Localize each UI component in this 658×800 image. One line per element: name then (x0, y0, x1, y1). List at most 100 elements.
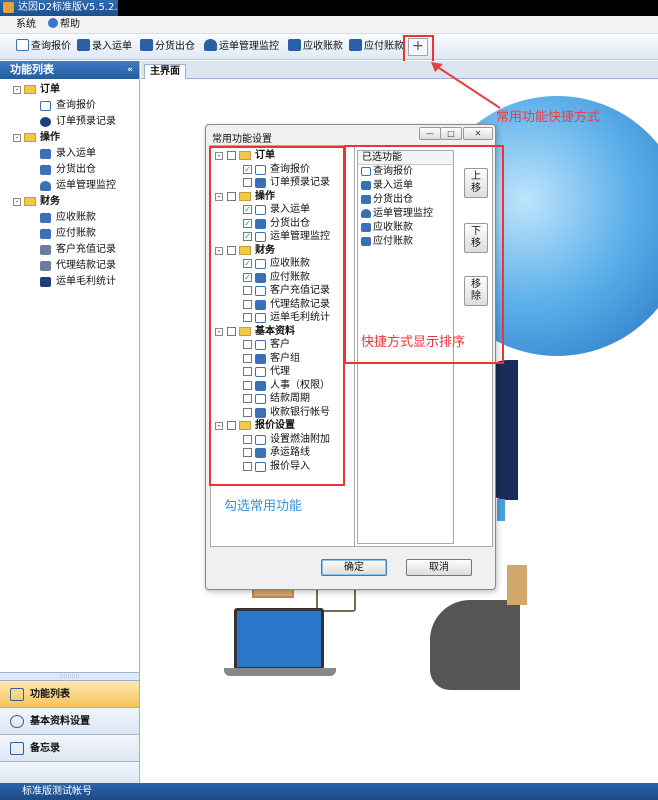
monitor-person-icon (40, 181, 51, 191)
payables-icon (40, 229, 51, 239)
ok-button[interactable]: 确定 (321, 559, 387, 576)
menu-help[interactable]: 帮助 (48, 18, 80, 32)
app-icon (3, 2, 14, 13)
tree-item-customer-recharge[interactable]: 客户充值记录 (0, 242, 139, 258)
close-button[interactable]: ✕ (463, 127, 493, 140)
tree-item-enter-waybill[interactable]: 录入运单 (0, 146, 139, 162)
folder-icon (24, 197, 36, 206)
tree-item-label: 录入运单 (56, 148, 96, 159)
sidebar-title: 功能列表 (10, 63, 54, 76)
nav-function-list-label: 功能列表 (30, 689, 70, 700)
minimize-button[interactable]: — (419, 127, 441, 140)
dialog-title: 常用功能设置 (212, 134, 272, 145)
collapse-sidebar-icon[interactable]: « (127, 61, 133, 79)
nav-memo-label: 备忘录 (30, 743, 60, 754)
truck-icon (40, 149, 51, 159)
recharge-icon (40, 245, 51, 255)
tree-item-label: 运单毛利统计 (56, 276, 116, 287)
quote-icon (16, 39, 29, 51)
cancel-button[interactable]: 取消 (406, 559, 472, 576)
toolbar-query-quote[interactable]: 查询报价 (16, 39, 71, 55)
receivables-icon (40, 213, 51, 223)
receivables-icon (288, 39, 301, 51)
splitter-grip[interactable]: :::::::::: (0, 672, 139, 680)
tree-item-label: 代理结款记录 (56, 260, 116, 271)
tree-item-payables[interactable]: 应付账款 (0, 226, 139, 242)
nav-basic-settings[interactable]: 基本资料设置 (0, 707, 139, 734)
toolbar-query-quote-label: 查询报价 (31, 41, 71, 52)
toolbar-receivables[interactable]: 应收账款 (288, 39, 343, 55)
help-icon (48, 18, 58, 28)
laptop-base-illustration (224, 668, 336, 676)
tree-group-finance[interactable]: - 财务 (0, 194, 139, 210)
toolbar-receivables-label: 应收账款 (303, 41, 343, 52)
toolbar: 查询报价 录入运单 分货出仓 运单管理监控 应收账款 应付账款 + (0, 34, 658, 60)
title-bar-background (118, 0, 658, 16)
gear-icon (10, 715, 24, 728)
warehouse-icon (40, 165, 51, 175)
grid-icon (10, 688, 24, 701)
annotation-order-display: 快捷方式显示排序 (361, 335, 466, 350)
tree-group-operation[interactable]: - 操作 (0, 130, 139, 146)
tab-main[interactable]: 主界面 (144, 64, 186, 79)
status-bar: 标准版测试帐号 (0, 783, 658, 800)
collapse-icon[interactable]: - (13, 134, 21, 142)
tree-item-label: 应收账款 (56, 212, 96, 223)
tree-item-agent-settlement[interactable]: 代理结款记录 (0, 258, 139, 274)
sidebar: 功能列表 « - 订单 查询报价 订单预录记录 - 操作 录入运单 分货出仓 运单管… (0, 61, 140, 783)
nav-empty-slot (0, 761, 139, 783)
collapse-icon[interactable]: - (13, 198, 21, 206)
settlement-icon (40, 261, 51, 271)
annotation-check-common: 勾选常用功能 (224, 499, 303, 514)
tab-strip: 主界面 (141, 61, 658, 79)
payables-icon (349, 39, 362, 51)
toolbar-enter-waybill[interactable]: 录入运单 (77, 39, 132, 55)
tree-item-label: 查询报价 (56, 100, 96, 111)
nav-basic-settings-label: 基本资料设置 (30, 716, 90, 727)
stats-icon (40, 277, 51, 287)
toolbar-waybill-monitor[interactable]: 运单管理监控 (204, 39, 279, 55)
tree-item-label: 分货出仓 (56, 164, 96, 175)
tree-item-label: 订单预录记录 (56, 116, 116, 127)
tree-item-query-quote[interactable]: 查询报价 (0, 98, 139, 114)
toolbar-enter-waybill-label: 录入运单 (92, 41, 132, 52)
callout-arrow (431, 62, 501, 109)
tree-item-label: 客户充值记录 (56, 244, 116, 255)
tree-item-receivables[interactable]: 应收账款 (0, 210, 139, 226)
menu-bar: 系统 帮助 (0, 16, 658, 34)
tree-item-waybill-monitor[interactable]: 运单管理监控 (0, 178, 139, 194)
checklist-highlight (209, 146, 345, 486)
toolbar-split-out[interactable]: 分货出仓 (140, 39, 195, 55)
truck-icon (77, 39, 90, 51)
package-icon (507, 565, 527, 605)
nav-memo[interactable]: 备忘录 (0, 734, 139, 761)
quote-icon (40, 101, 51, 111)
tree-group-label: 财务 (40, 196, 60, 207)
nav-function-list[interactable]: 功能列表 (0, 680, 139, 707)
maximize-button[interactable]: □ (440, 127, 462, 140)
menu-system[interactable]: 系统 (16, 18, 36, 32)
toolbar-split-out-label: 分货出仓 (155, 41, 195, 52)
tree-group-label: 订单 (40, 84, 60, 95)
tree-item-split-out[interactable]: 分货出仓 (0, 162, 139, 178)
window-title-bar: 达因D2标准版V5.5.2.2 (0, 0, 658, 16)
toolbar-payables-label: 应付账款 (364, 41, 404, 52)
monitor-person-icon (204, 39, 217, 51)
scanner-illustration (430, 600, 520, 690)
record-icon (40, 117, 51, 127)
tree-item-label: 运单管理监控 (56, 180, 116, 191)
function-tree: - 订单 查询报价 订单预录记录 - 操作 录入运单 分货出仓 运单管理监控 - 财务… (0, 79, 139, 290)
toolbar-waybill-monitor-label: 运单管理监控 (219, 41, 279, 52)
sidebar-header: 功能列表 « (0, 61, 139, 79)
tree-item-profit-stats[interactable]: 运单毛利统计 (0, 274, 139, 290)
annotation-shortcut: 常用功能快捷方式 (496, 110, 601, 125)
toolbar-payables[interactable]: 应付账款 (349, 39, 404, 55)
folder-icon (24, 133, 36, 142)
collapse-icon[interactable]: - (13, 86, 21, 94)
tree-item-order-prerecord[interactable]: 订单预录记录 (0, 114, 139, 130)
folder-icon (24, 85, 36, 94)
tree-group-order[interactable]: - 订单 (0, 82, 139, 98)
warehouse-icon (140, 39, 153, 51)
laptop-illustration (234, 608, 324, 670)
window-title: 达因D2标准版V5.5.2.2 (18, 2, 124, 13)
